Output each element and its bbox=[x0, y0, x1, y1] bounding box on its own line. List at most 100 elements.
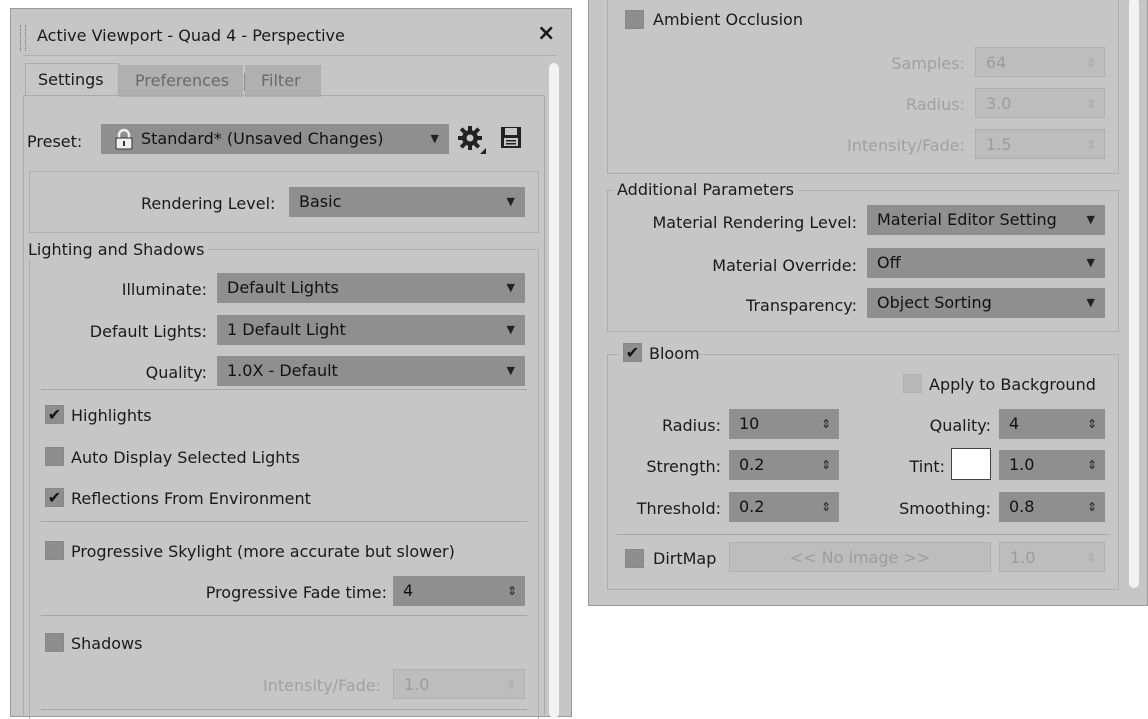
ao-radius-value: 3.0 bbox=[986, 94, 1012, 113]
quality-label: Quality: bbox=[145, 363, 207, 382]
bloom-radius-spinner[interactable]: 10 ⇕ bbox=[729, 409, 839, 439]
title-divider bbox=[23, 55, 557, 56]
dirtmap-image-button[interactable]: << No image >> bbox=[729, 542, 991, 572]
material-rendering-dropdown[interactable]: Material Editor Setting ▼ bbox=[867, 205, 1105, 235]
reflections-checkbox[interactable]: ✔ bbox=[45, 488, 64, 507]
shadow-intensity-spinner[interactable]: 1.0 ⇕ bbox=[393, 669, 525, 699]
tint-label: Tint: bbox=[909, 457, 945, 476]
progressive-fade-value: 4 bbox=[403, 581, 414, 600]
tint-spinner[interactable]: 1.0 ⇕ bbox=[999, 450, 1105, 480]
tint-value: 1.0 bbox=[1009, 455, 1035, 474]
spinner-icon[interactable]: ⇕ bbox=[1087, 450, 1097, 480]
material-rendering-label: Material Rendering Level: bbox=[652, 213, 858, 232]
rendering-level-label: Rendering Level: bbox=[141, 194, 276, 213]
smoothing-label: Smoothing: bbox=[899, 499, 991, 518]
viewport-settings-panel: Active Viewport - Quad 4 - Perspective ×… bbox=[10, 8, 572, 719]
rendering-level-dropdown[interactable]: Basic ▼ bbox=[289, 187, 525, 217]
material-override-dropdown[interactable]: Off ▼ bbox=[867, 248, 1105, 278]
dirtmap-spinner[interactable]: 1.0 ⇕ bbox=[999, 542, 1105, 572]
chevron-down-icon: ▼ bbox=[506, 364, 515, 377]
apply-background-checkbox[interactable] bbox=[903, 374, 922, 393]
dirtmap-checkbox[interactable] bbox=[625, 549, 644, 568]
bloom-checkbox[interactable]: ✔ bbox=[623, 343, 642, 362]
progressive-fade-spinner[interactable]: 4 ⇕ bbox=[393, 576, 525, 606]
spinner-icon[interactable]: ⇕ bbox=[821, 409, 831, 439]
smoothing-spinner[interactable]: 0.8 ⇕ bbox=[999, 492, 1105, 522]
shadows-checkbox[interactable] bbox=[45, 633, 64, 652]
panel-title: Active Viewport - Quad 4 - Perspective bbox=[37, 26, 345, 45]
transparency-value: Object Sorting bbox=[877, 293, 992, 312]
chevron-down-icon: ▼ bbox=[506, 323, 515, 336]
samples-label: Samples: bbox=[891, 54, 965, 73]
spinner-icon[interactable]: ⇕ bbox=[507, 576, 517, 606]
ao-radius-spinner[interactable]: 3.0 ⇕ bbox=[975, 88, 1105, 118]
spinner-icon[interactable]: ⇕ bbox=[1086, 543, 1096, 571]
divider bbox=[617, 534, 1109, 535]
illuminate-dropdown[interactable]: Default Lights ▼ bbox=[217, 273, 525, 303]
ao-intensity-label: Intensity/Fade: bbox=[847, 136, 965, 155]
spinner-icon[interactable]: ⇕ bbox=[1087, 409, 1097, 439]
gear-icon[interactable] bbox=[457, 125, 487, 155]
tab-settings[interactable]: Settings bbox=[25, 63, 119, 95]
additional-parameters-title: Additional Parameters bbox=[613, 180, 798, 199]
chevron-down-icon: ▼ bbox=[430, 132, 439, 145]
samples-spinner[interactable]: 64 ⇕ bbox=[975, 47, 1105, 77]
spinner-icon[interactable]: ⇕ bbox=[821, 492, 831, 522]
transparency-label: Transparency: bbox=[746, 296, 857, 315]
spinner-icon[interactable]: ⇕ bbox=[506, 670, 516, 698]
drag-handle-icon[interactable] bbox=[20, 25, 26, 51]
bloom-quality-spinner[interactable]: 4 ⇕ bbox=[999, 409, 1105, 439]
highlights-checkbox[interactable]: ✔ bbox=[45, 405, 64, 424]
scrollbar-thumb[interactable] bbox=[1129, 0, 1139, 588]
tint-color-swatch[interactable] bbox=[951, 448, 991, 480]
quality-dropdown[interactable]: 1.0X - Default ▼ bbox=[217, 356, 525, 386]
divider bbox=[41, 389, 527, 390]
material-override-value: Off bbox=[877, 253, 901, 272]
threshold-spinner[interactable]: 0.2 ⇕ bbox=[729, 492, 839, 522]
apply-background-label: Apply to Background bbox=[929, 375, 1096, 394]
divider bbox=[41, 615, 527, 616]
ambient-occlusion-label: Ambient Occlusion bbox=[653, 10, 803, 29]
chevron-down-icon: ▼ bbox=[506, 195, 515, 208]
tab-filter[interactable]: Filter bbox=[245, 65, 321, 97]
auto-display-checkbox[interactable] bbox=[45, 447, 64, 466]
preset-dropdown[interactable]: Standard* (Unsaved Changes) ▼ bbox=[101, 124, 449, 154]
reflections-label: Reflections From Environment bbox=[71, 489, 311, 508]
strength-spinner[interactable]: 0.2 ⇕ bbox=[729, 450, 839, 480]
strength-value: 0.2 bbox=[739, 455, 765, 474]
illuminate-value: Default Lights bbox=[227, 278, 339, 297]
tab-preferences[interactable]: Preferences bbox=[119, 65, 243, 97]
tab-settings-label: Settings bbox=[38, 70, 104, 89]
chevron-down-icon: ▼ bbox=[1086, 256, 1095, 269]
close-icon[interactable]: × bbox=[537, 21, 555, 46]
progressive-skylight-checkbox[interactable] bbox=[45, 541, 64, 560]
strength-label: Strength: bbox=[646, 457, 721, 476]
default-lights-dropdown[interactable]: 1 Default Light ▼ bbox=[217, 315, 525, 345]
ambient-occlusion-checkbox[interactable] bbox=[625, 10, 644, 29]
ao-radius-label: Radius: bbox=[905, 95, 965, 114]
default-lights-label: Default Lights: bbox=[89, 322, 207, 341]
shadow-intensity-label: Intensity/Fade: bbox=[263, 676, 381, 695]
ao-intensity-value: 1.5 bbox=[986, 135, 1012, 154]
transparency-dropdown[interactable]: Object Sorting ▼ bbox=[867, 288, 1105, 318]
spinner-icon[interactable]: ⇕ bbox=[1086, 130, 1096, 158]
highlights-label: Highlights bbox=[71, 406, 152, 425]
samples-value: 64 bbox=[986, 53, 1007, 72]
spinner-icon[interactable]: ⇕ bbox=[821, 450, 831, 480]
progressive-skylight-label: Progressive Skylight (more accurate but … bbox=[71, 542, 455, 561]
smoothing-value: 0.8 bbox=[1009, 497, 1035, 516]
spinner-icon[interactable]: ⇕ bbox=[1086, 89, 1096, 117]
threshold-label: Threshold: bbox=[636, 499, 721, 518]
ao-intensity-spinner[interactable]: 1.5 ⇕ bbox=[975, 129, 1105, 159]
save-icon[interactable] bbox=[499, 125, 523, 151]
quality-value: 1.0X - Default bbox=[227, 361, 338, 380]
default-lights-value: 1 Default Light bbox=[227, 320, 346, 339]
bloom-quality-value: 4 bbox=[1009, 414, 1020, 433]
spinner-icon[interactable]: ⇕ bbox=[1086, 48, 1096, 76]
bloom-label: Bloom bbox=[649, 344, 700, 363]
progressive-fade-label: Progressive Fade time: bbox=[205, 583, 387, 602]
shadows-label: Shadows bbox=[71, 634, 143, 653]
scrollbar-thumb[interactable] bbox=[549, 63, 559, 718]
spinner-icon[interactable]: ⇕ bbox=[1087, 492, 1097, 522]
chevron-down-icon: ▼ bbox=[1086, 296, 1095, 309]
